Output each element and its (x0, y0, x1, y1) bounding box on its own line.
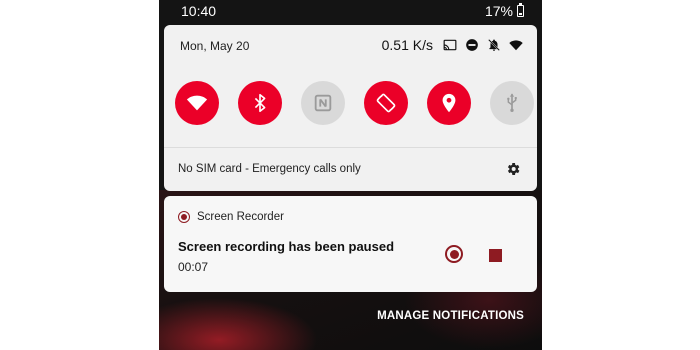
wifi-signal-icon (509, 40, 523, 51)
quick-settings-panel: Mon, May 20 0.51 K/s No SIM card - Emerg… (164, 25, 537, 191)
manage-notifications-button[interactable]: MANAGE NOTIFICATIONS (377, 310, 524, 322)
location-tile[interactable] (427, 81, 471, 125)
resume-record-button[interactable] (445, 245, 463, 263)
wifi-tile[interactable] (175, 81, 219, 125)
phone-screen: 10:40 17% Mon, May 20 0.51 K/s No SIM ca… (159, 0, 542, 350)
status-bar: 10:40 17% (159, 0, 542, 24)
date-label: Mon, May 20 (180, 39, 250, 53)
wifi-icon (186, 95, 208, 111)
stop-button[interactable] (489, 249, 502, 262)
sim-status: No SIM card - Emergency calls only (178, 163, 361, 175)
auto-rotate-tile[interactable] (364, 81, 408, 125)
nfc-icon (314, 94, 332, 112)
cast-icon (443, 39, 457, 51)
recording-time: 00:07 (178, 260, 209, 274)
quick-tiles (175, 81, 535, 127)
usb-tile[interactable] (490, 81, 534, 125)
nfc-tile[interactable] (301, 81, 345, 125)
status-time: 10:40 (181, 3, 217, 19)
app-name: Screen Recorder (197, 211, 284, 223)
bluetooth-icon (254, 93, 266, 113)
status-right: 17% (484, 2, 524, 19)
status-icons: 0.51 K/s (382, 37, 523, 53)
bluetooth-tile[interactable] (238, 81, 282, 125)
notification-card[interactable]: Screen Recorder Screen recording has bee… (164, 196, 537, 292)
notification-header: Screen Recorder (178, 211, 284, 223)
notification-title: Screen recording has been paused (178, 239, 395, 254)
usb-icon (507, 93, 517, 112)
rotate-icon (376, 93, 396, 113)
battery-percent: 17% (484, 3, 513, 19)
divider (164, 147, 537, 148)
gear-icon[interactable] (505, 161, 521, 177)
screen-recorder-icon (178, 211, 190, 223)
network-speed: 0.51 K/s (381, 37, 433, 53)
notifications-off-icon (488, 39, 500, 51)
battery-icon (517, 2, 524, 17)
do-not-disturb-icon (466, 39, 478, 51)
location-icon (442, 93, 456, 113)
